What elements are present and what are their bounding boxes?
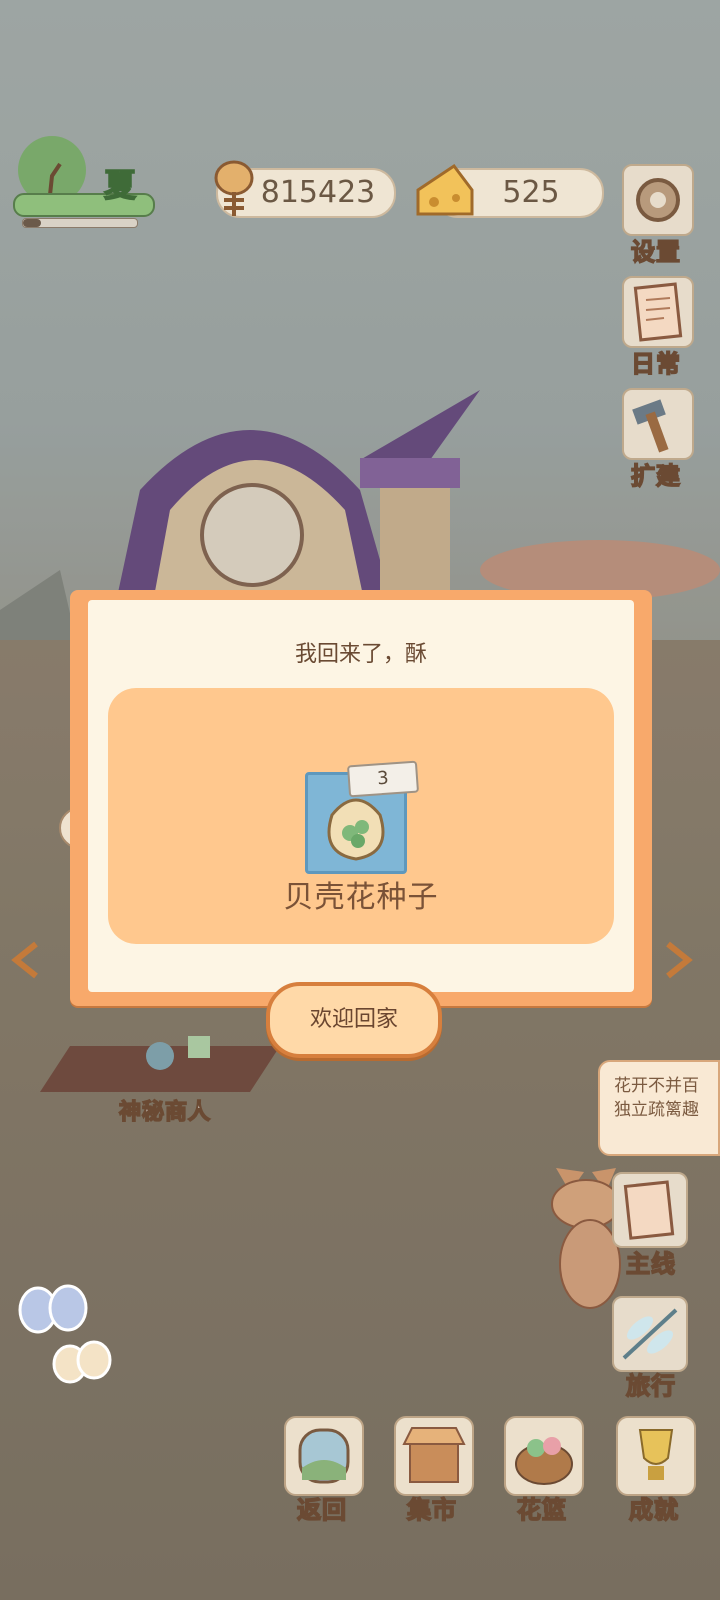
notice-line-2: 独立疏篱趣 — [614, 1100, 699, 1120]
season-indicator[interactable]: 夏 — [8, 126, 158, 228]
market-label: 集市 — [406, 1495, 457, 1525]
fish-bone-icon — [214, 160, 254, 216]
poem-notice[interactable]: 花开不并百 独立疏篱趣 — [598, 1060, 720, 1156]
reward-dialog-body: 我回来了，酥 3 贝壳花种子 — [88, 600, 634, 992]
achievements-button[interactable] — [616, 1416, 696, 1496]
daily-label: 日常 — [630, 349, 681, 379]
reward-count-tag: 3 — [346, 760, 420, 798]
dialog-title: 我回来了，酥 — [294, 642, 427, 667]
left-arrow-icon[interactable] — [10, 940, 40, 980]
back-button[interactable] — [284, 1416, 364, 1496]
butterfly-icon — [18, 1284, 112, 1384]
reward-item-slot[interactable]: 3 — [305, 760, 420, 874]
hammer-icon — [632, 399, 669, 453]
season-label: 夏 — [103, 165, 138, 205]
season-progress-bar — [22, 218, 138, 228]
reward-item-name: 贝壳花种子 — [283, 880, 439, 915]
basket-button[interactable] — [504, 1416, 584, 1496]
reward-dialog: 我回来了，酥 3 贝壳花种子 — [70, 590, 652, 1006]
back-label: 返回 — [296, 1495, 347, 1525]
basket-label: 花篮 — [516, 1495, 567, 1525]
mysterious-merchant-label[interactable]: 神秘商人 — [90, 1094, 240, 1126]
achievements-label: 成就 — [628, 1495, 679, 1525]
travel-button[interactable] — [612, 1296, 688, 1372]
welcome-home-button[interactable]: 欢迎回家 — [266, 982, 442, 1058]
fish-currency-value: 815423 — [260, 175, 376, 210]
trophy-icon — [638, 1429, 674, 1480]
market-stall-icon — [402, 1427, 466, 1483]
settings-label: 设置 — [630, 237, 681, 267]
merchant-rug-illustration — [40, 1036, 280, 1092]
gear-icon — [636, 178, 680, 222]
settings-button[interactable] — [622, 164, 694, 236]
reward-panel: 3 贝壳花种子 — [108, 688, 614, 944]
notice-line-1: 花开不并百 — [614, 1076, 699, 1096]
scroll-icon — [633, 282, 683, 342]
market-button[interactable] — [394, 1416, 474, 1496]
window-icon — [298, 1428, 350, 1484]
main-quest-button[interactable] — [612, 1172, 688, 1248]
quest-scroll-icon — [623, 1180, 675, 1240]
expand-button[interactable] — [622, 388, 694, 460]
daily-button[interactable] — [622, 276, 694, 348]
expand-label: 扩建 — [630, 461, 681, 491]
right-arrow-icon[interactable] — [664, 940, 694, 980]
dragonfly-icon — [622, 1308, 678, 1360]
cheese-currency-value: 525 — [502, 175, 560, 210]
flower-basket-icon — [515, 1437, 573, 1485]
cheese-icon — [416, 163, 474, 216]
travel-label: 旅行 — [625, 1371, 676, 1401]
main-quest-label: 主线 — [625, 1249, 676, 1279]
game-scene: 夏 815423 525 设置 日常 扩建 神秘商人 花开不并百 独立疏篱趣 主… — [0, 0, 720, 1600]
